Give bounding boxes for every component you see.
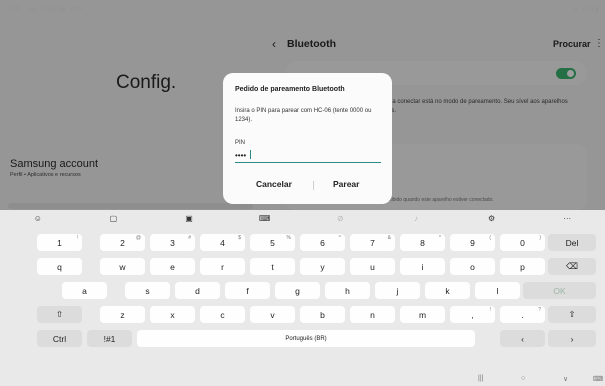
key-e[interactable]: e <box>150 258 195 275</box>
key-1[interactable]: 1! <box>37 234 82 251</box>
shift-key-right[interactable]: ⇧ <box>548 306 596 323</box>
home-icon[interactable]: ○ <box>521 375 525 382</box>
shift-key-left[interactable]: ⇧ <box>37 306 82 323</box>
ok-key[interactable]: OK <box>523 282 596 299</box>
recents-icon[interactable]: ||| <box>478 375 483 382</box>
delete-key[interactable]: Del <box>548 234 596 251</box>
key-t[interactable]: t <box>250 258 295 275</box>
cancel-button[interactable]: Cancelar <box>256 179 292 189</box>
key-y[interactable]: y <box>300 258 345 275</box>
handwriting-icon[interactable]: ⊘ <box>303 210 379 227</box>
ctrl-key[interactable]: Ctrl <box>37 330 82 347</box>
keyboard-switch-icon[interactable]: ⌨ <box>593 375 603 383</box>
emoji-icon[interactable]: ☺ <box>0 210 76 227</box>
pin-label: PIN <box>235 140 246 146</box>
backspace-key[interactable]: ⌫ <box>548 258 596 275</box>
button-divider <box>313 181 314 190</box>
symbols-key[interactable]: !#1 <box>87 330 132 347</box>
keyboard-toolbar: ☺ ▢ ▣ ⌨ ⊘ ♪ ⚙ ··· <box>0 210 605 227</box>
period-key[interactable]: .? <box>500 306 545 323</box>
key-5[interactable]: 5% <box>250 234 295 251</box>
key-a[interactable]: a <box>62 282 107 299</box>
cursor-left-key[interactable]: ‹ <box>500 330 545 347</box>
key-0[interactable]: 0) <box>500 234 545 251</box>
clipboard-icon[interactable]: ▢ <box>76 210 152 227</box>
key-6[interactable]: 6 ^ <box>300 234 345 251</box>
keyboard-settings-icon[interactable]: ⚙ <box>454 210 530 227</box>
key-4[interactable]: 4 $ <box>200 234 245 251</box>
pairing-dialog: Pedido de pareamento Bluetooth Insira o … <box>223 73 392 204</box>
key-s[interactable]: s <box>125 282 170 299</box>
pair-button[interactable]: Parear <box>333 179 359 189</box>
dialog-message: Insira o PIN para parear com HC-06 (tent… <box>235 108 372 123</box>
back-nav-icon[interactable]: ∨ <box>563 375 568 383</box>
key-8[interactable]: 8 * <box>400 234 445 251</box>
key-p[interactable]: p <box>500 258 545 275</box>
key-z[interactable]: z <box>100 306 145 323</box>
comma-key[interactable]: ,! <box>450 306 495 323</box>
key-r[interactable]: r <box>200 258 245 275</box>
key-3[interactable]: 3 # <box>150 234 195 251</box>
key-b[interactable]: b <box>300 306 345 323</box>
key-f[interactable]: f <box>225 282 270 299</box>
key-o[interactable]: o <box>450 258 495 275</box>
key-9[interactable]: 9( <box>450 234 495 251</box>
voice-input-icon[interactable]: ♪ <box>378 210 454 227</box>
key-q[interactable]: q <box>37 258 82 275</box>
pin-input[interactable] <box>235 149 381 163</box>
key-x[interactable]: x <box>150 306 195 323</box>
text-caret <box>250 150 251 159</box>
key-g[interactable]: g <box>275 282 320 299</box>
key-v[interactable]: v <box>250 306 295 323</box>
key-d[interactable]: d <box>175 282 220 299</box>
keyboard-mode-icon[interactable]: ⌨ <box>227 210 303 227</box>
key-u[interactable]: u <box>350 258 395 275</box>
key-j[interactable]: j <box>375 282 420 299</box>
key-l[interactable]: l <box>475 282 520 299</box>
key-m[interactable]: m <box>400 306 445 323</box>
key-c[interactable]: c <box>200 306 245 323</box>
key-2[interactable]: 2 @ <box>100 234 145 251</box>
key-n[interactable]: n <box>350 306 395 323</box>
navigation-bar: ||| ○ ∨ ⌨ <box>0 375 605 386</box>
space-key[interactable]: Português (BR) <box>137 330 475 347</box>
key-h[interactable]: h <box>325 282 370 299</box>
sticker-icon[interactable]: ▣ <box>151 210 227 227</box>
key-7[interactable]: 7 & <box>350 234 395 251</box>
key-k[interactable]: k <box>425 282 470 299</box>
on-screen-keyboard: ☺ ▢ ▣ ⌨ ⊘ ♪ ⚙ ··· 1! 2 @ 3 # 4 $ 5% 6 ^ 7 & 8… <box>0 210 605 375</box>
key-w[interactable]: w <box>100 258 145 275</box>
dialog-title: Pedido de pareamento Bluetooth <box>235 86 345 93</box>
cursor-right-key[interactable]: › <box>548 330 596 347</box>
key-i[interactable]: i <box>400 258 445 275</box>
toolbar-more-icon[interactable]: ··· <box>529 210 605 227</box>
